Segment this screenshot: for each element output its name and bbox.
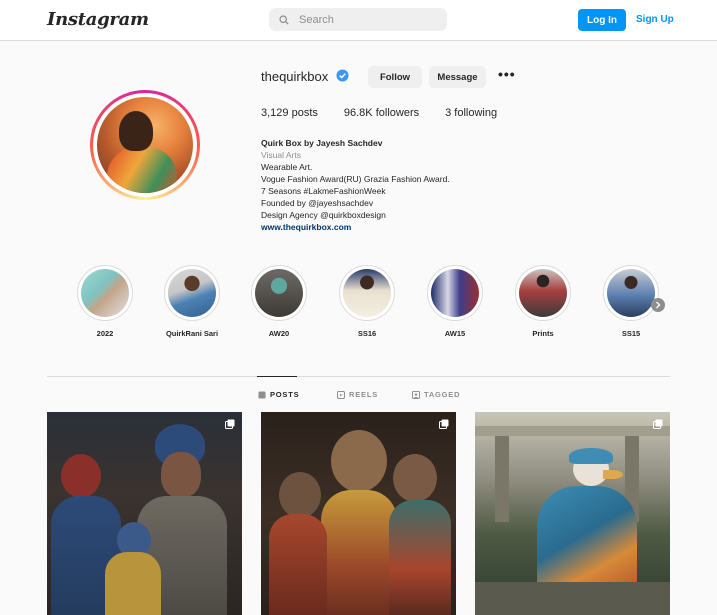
highlight-label: AW15 (444, 329, 466, 338)
active-tab-indicator (257, 376, 297, 377)
search-input[interactable] (297, 12, 441, 27)
bio-line: Wearable Art. (261, 162, 313, 172)
multiple-images-icon (439, 419, 449, 429)
tab-posts[interactable]: POSTS (258, 390, 299, 399)
post-thumbnail[interactable] (261, 412, 456, 615)
highlight-thumbnail (168, 269, 216, 317)
search-box[interactable] (269, 8, 447, 31)
highlight-label: SS16 (357, 329, 377, 338)
story-highlight[interactable]: SS16 (339, 265, 395, 338)
following-count[interactable]: 3 following (445, 107, 497, 119)
profile-username: thequirkbox (261, 69, 329, 84)
followers-count[interactable]: 96.8K followers (344, 107, 419, 119)
search-icon (279, 14, 289, 25)
post-thumbnail[interactable] (47, 412, 242, 615)
signup-link[interactable]: Sign Up (636, 14, 674, 25)
highlight-thumbnail (607, 269, 655, 317)
multiple-images-icon (225, 419, 235, 429)
post-thumbnail[interactable] (475, 412, 670, 615)
bio-line: Founded by @jayeshsachdev (261, 198, 374, 208)
tab-tagged[interactable]: TAGGED (412, 390, 460, 399)
profile-avatar[interactable] (90, 90, 200, 200)
highlight-label: SS15 (621, 329, 641, 338)
tabs-divider (47, 376, 670, 377)
highlight-label: Prints (532, 329, 554, 338)
highlight-thumbnail (519, 269, 567, 317)
profile-bio: Quirk Box by Jayesh Sachdev Visual Arts … (261, 137, 450, 233)
follow-button[interactable]: Follow (368, 66, 422, 88)
story-highlight[interactable]: Prints (515, 265, 571, 338)
top-nav-bar: Instagram Log In Sign Up (0, 0, 717, 41)
highlight-thumbnail (343, 269, 391, 317)
story-highlight[interactable]: 2022 (77, 265, 133, 338)
avatar-image (97, 97, 193, 193)
multiple-images-icon (653, 419, 663, 429)
story-highlight[interactable]: AW20 (251, 265, 307, 338)
bio-line: Design Agency @quirkboxdesign (261, 210, 386, 220)
reels-icon (337, 390, 345, 399)
tab-reels[interactable]: REELS (337, 390, 378, 399)
bio-name: Quirk Box by Jayesh Sachdev (261, 138, 383, 148)
story-highlight[interactable]: AW15 (427, 265, 483, 338)
login-button[interactable]: Log In (578, 9, 626, 31)
story-highlight[interactable]: QuirkRani Sari (164, 265, 220, 338)
profile-stats: 3,129 posts 96.8K followers 3 following (261, 107, 523, 119)
bio-line: 7 Seasons #LakmeFashionWeek (261, 186, 386, 196)
more-options-icon[interactable]: ••• (498, 66, 515, 86)
highlight-label: 2022 (96, 329, 114, 338)
bio-category: Visual Arts (261, 150, 302, 160)
tagged-icon (412, 390, 420, 399)
bio-line: Vogue Fashion Award(RU) Grazia Fashion A… (261, 174, 450, 184)
instagram-logo[interactable]: Instagram (47, 9, 149, 30)
highlight-thumbnail (255, 269, 303, 317)
highlight-label: QuirkRani Sari (165, 329, 219, 338)
message-button[interactable]: Message (429, 66, 486, 88)
highlights-next-arrow-icon[interactable] (651, 298, 665, 312)
posts-count[interactable]: 3,129 posts (261, 107, 318, 119)
bio-website-link[interactable]: www.thequirkbox.com (261, 221, 450, 233)
verified-badge-icon (336, 69, 349, 82)
grid-icon (258, 391, 266, 398)
highlight-thumbnail (81, 269, 129, 317)
highlight-thumbnail (431, 269, 479, 317)
highlight-label: AW20 (268, 329, 290, 338)
